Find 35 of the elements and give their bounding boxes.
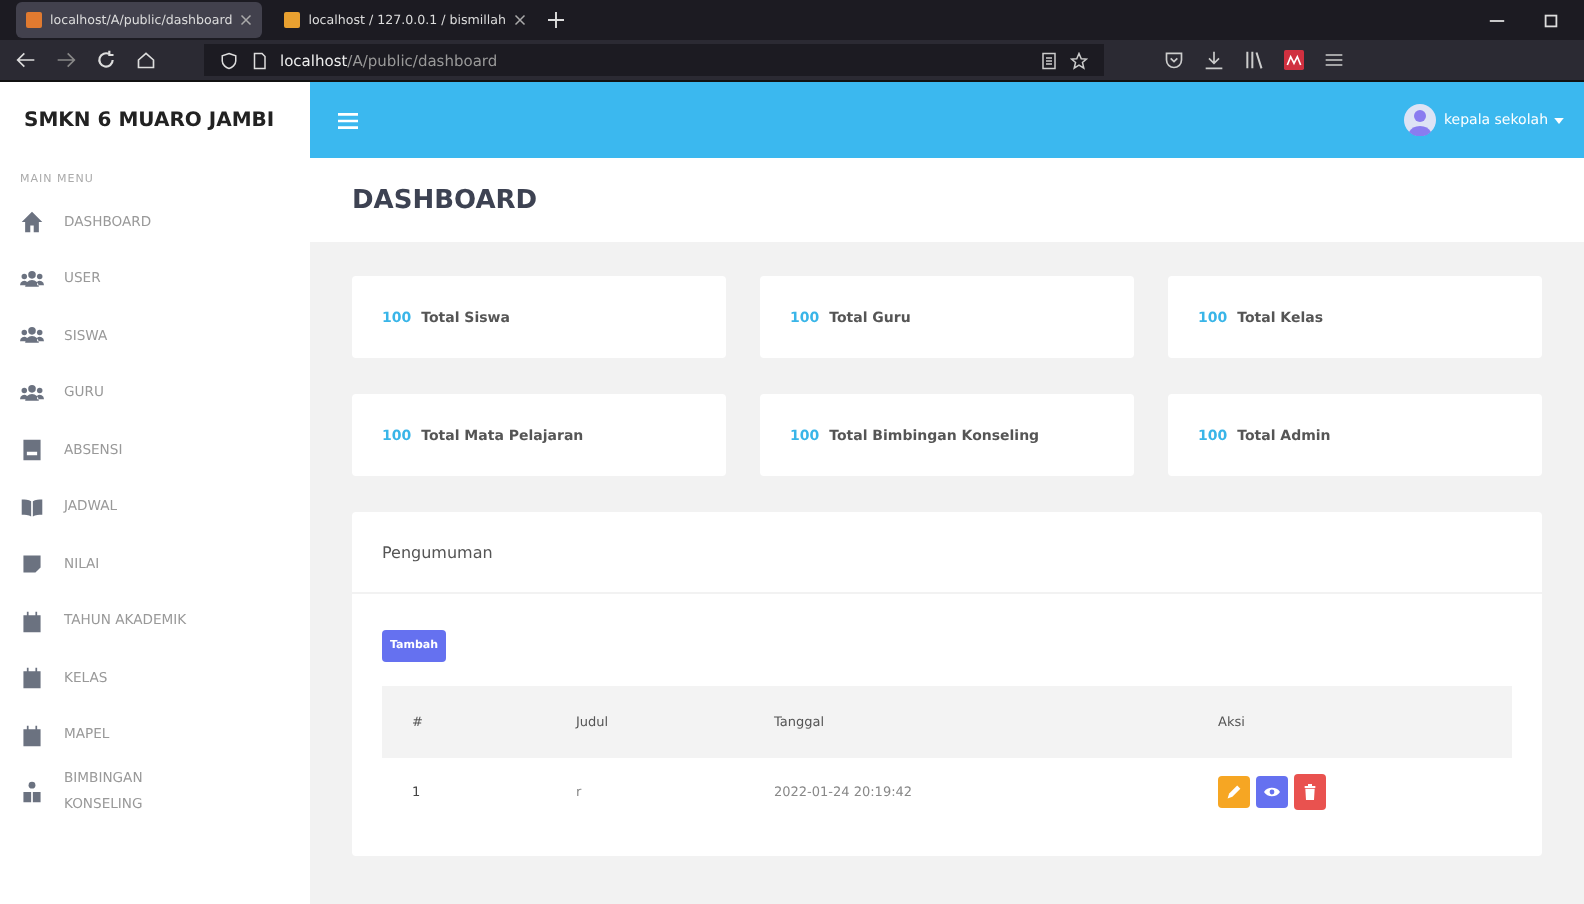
download-icon[interactable] bbox=[1204, 50, 1224, 70]
shield-icon bbox=[220, 51, 238, 69]
page-icon bbox=[250, 51, 268, 69]
caret-icon bbox=[1554, 117, 1564, 123]
book-icon bbox=[20, 438, 44, 463]
restore-icon[interactable] bbox=[1542, 11, 1560, 29]
extension-icon[interactable] bbox=[1284, 50, 1304, 70]
favicon-icon bbox=[26, 12, 42, 28]
library-icon[interactable] bbox=[1244, 50, 1264, 70]
menu-icon[interactable] bbox=[1324, 50, 1344, 70]
favicon-icon bbox=[284, 12, 301, 28]
users-icon bbox=[20, 381, 44, 406]
new-tab-icon[interactable] bbox=[548, 12, 565, 28]
close-icon[interactable] bbox=[514, 14, 527, 26]
delete-button[interactable] bbox=[1294, 774, 1326, 810]
close-icon[interactable] bbox=[240, 14, 253, 26]
users-icon bbox=[20, 267, 44, 292]
star-icon[interactable] bbox=[1070, 51, 1088, 69]
pocket-icon[interactable] bbox=[1164, 50, 1184, 70]
eye-icon bbox=[1264, 784, 1280, 800]
brand-title: SMKN 6 MUARO JAMBI bbox=[22, 107, 277, 135]
home-icon bbox=[20, 210, 44, 235]
view-button[interactable] bbox=[1256, 776, 1288, 808]
users-icon bbox=[20, 324, 44, 349]
reload-icon[interactable] bbox=[96, 50, 116, 70]
card-title: Pengumuman bbox=[382, 543, 493, 561]
reader-icon[interactable] bbox=[1040, 51, 1058, 69]
forward-icon[interactable] bbox=[56, 50, 76, 70]
note-icon bbox=[20, 552, 44, 577]
back-icon[interactable] bbox=[16, 50, 36, 70]
pencil-icon bbox=[1226, 784, 1242, 800]
page-title: DASHBOARD bbox=[352, 185, 538, 215]
home-icon[interactable] bbox=[136, 50, 156, 70]
trash-icon bbox=[1302, 784, 1318, 800]
avatar-icon bbox=[1403, 104, 1436, 136]
